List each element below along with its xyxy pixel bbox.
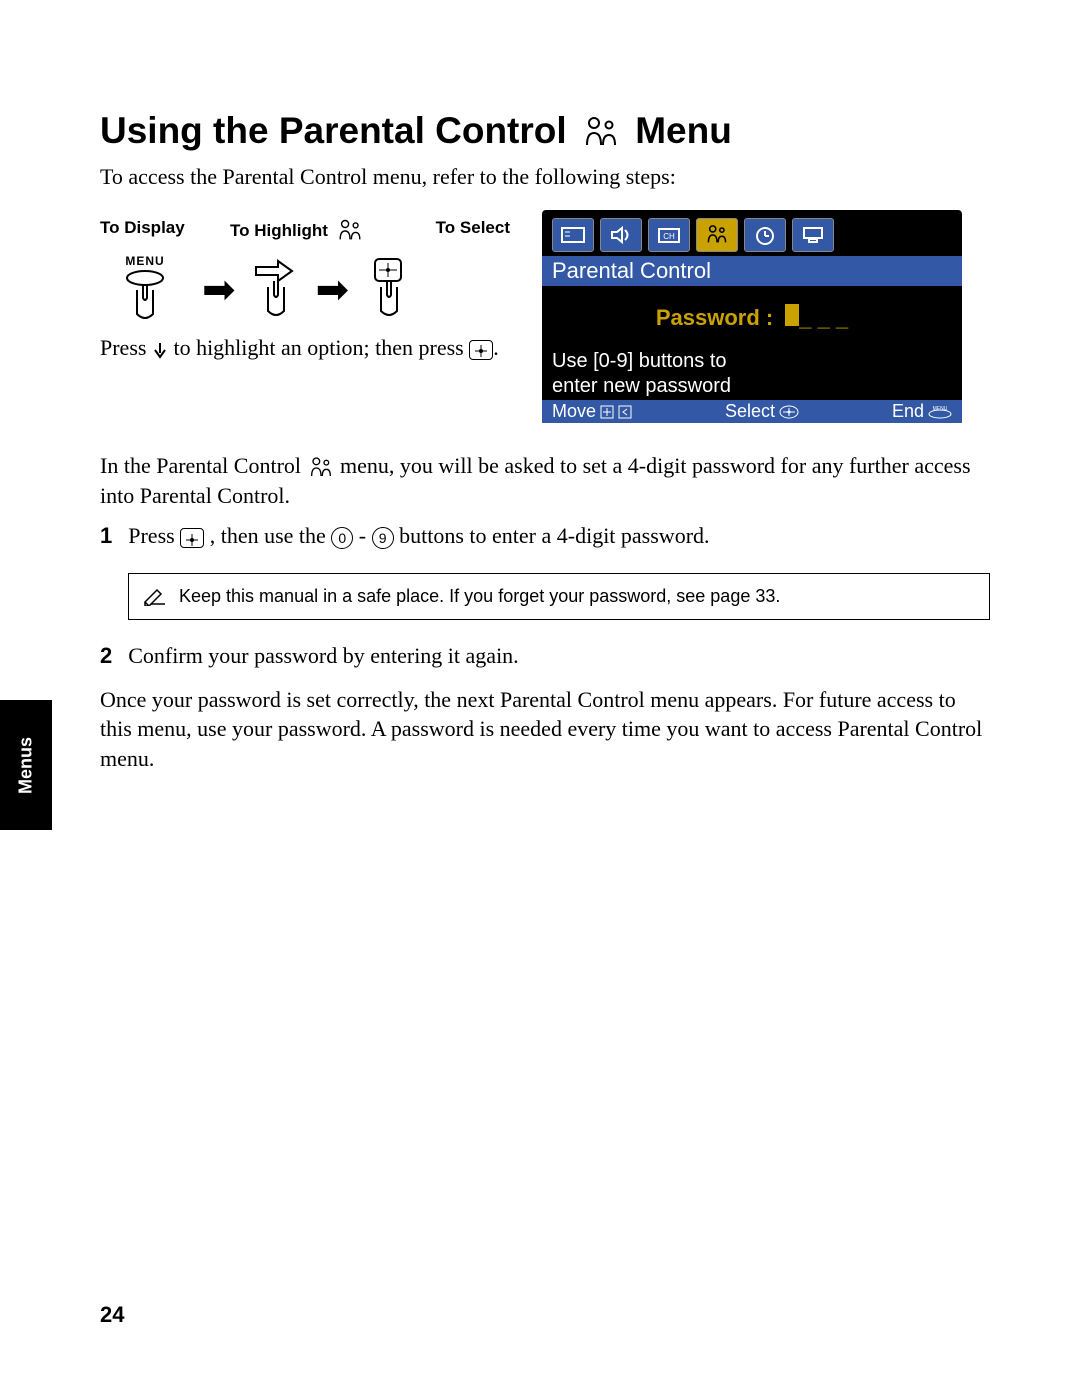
svg-text:MENU: MENU: [933, 406, 948, 412]
header-display: To Display: [100, 218, 230, 244]
tv-underscores: _ _ _: [799, 306, 848, 331]
tv-password-label: Password :: [656, 305, 773, 331]
menu-press-icon: [117, 268, 173, 320]
tv-foot-end: End MENU: [892, 401, 952, 422]
tv-icon-audio: [600, 218, 642, 252]
header-select: To Select: [400, 218, 510, 244]
tv-icon-channel: CH: [648, 218, 690, 252]
tv-message-1: Use [0-9] buttons to: [542, 350, 962, 375]
instruction-headers: To Display To Highlight To Select: [100, 210, 510, 244]
select-key-icon: [779, 405, 799, 419]
tv-icon-timer: [744, 218, 786, 252]
step-2-text: Confirm your password by entering it aga…: [128, 642, 518, 671]
parental-control-icon: [581, 115, 621, 151]
tv-menu-screenshot: CH Parental Control Password :: [542, 210, 962, 423]
tv-icon-setup: [792, 218, 834, 252]
arrow-key-icon: [618, 405, 632, 419]
svg-text:CH: CH: [663, 232, 675, 241]
step-1: 1 Press , then use the 0 - 9 buttons to …: [100, 522, 990, 551]
parental-control-icon: [336, 218, 364, 244]
body-paragraph-1: In the Parental Control menu, you will b…: [100, 451, 990, 510]
instruction-icons: MENU ➡ ➡: [100, 254, 510, 325]
tv-menu-title: Parental Control: [542, 256, 962, 286]
enter-key-icon: [180, 528, 204, 548]
press-text-c: .: [493, 335, 499, 360]
title-part-1: Using the Parental Control: [100, 110, 567, 151]
tv-cursor-icon: [785, 304, 799, 326]
enter-key-icon: [469, 340, 493, 360]
arrow-right-icon: ➡: [202, 270, 236, 310]
tv-password-field: Password : _ _ _: [542, 298, 962, 350]
navigate-press-icon: [248, 257, 304, 317]
nine-key-icon: 9: [372, 527, 394, 549]
note-text: Keep this manual in a safe place. If you…: [179, 586, 780, 607]
step-number: 1: [100, 522, 112, 551]
arrow-right-icon: ➡: [316, 270, 350, 310]
zero-key-icon: 0: [331, 527, 353, 549]
step-number: 2: [100, 642, 112, 671]
select-press-icon: [361, 257, 417, 317]
press-instruction: Press to highlight an option; then press…: [100, 335, 510, 361]
tv-foot-select: Select: [725, 401, 799, 422]
tv-icon-bar: CH: [542, 210, 962, 256]
tv-message-2: enter new password: [542, 375, 962, 400]
tv-icon-parental: [696, 218, 738, 252]
parental-control-icon: [307, 456, 335, 480]
menu-key-icon: MENU: [928, 405, 952, 419]
tv-footer: Move Select End MENU: [542, 400, 962, 423]
pencil-note-icon: [143, 586, 167, 606]
note-box: Keep this manual in a safe place. If you…: [128, 573, 990, 620]
header-highlight: To Highlight: [230, 221, 328, 241]
page-number: 24: [100, 1302, 124, 1328]
intro-text: To access the Parental Control menu, ref…: [100, 164, 990, 190]
section-tab: Menus: [0, 700, 52, 830]
joystick-icon: [600, 405, 614, 419]
press-text-b: to highlight an option; then press: [173, 335, 469, 360]
down-arrow-icon: [152, 341, 168, 359]
title-part-2: Menu: [635, 110, 732, 151]
body-paragraph-2: Once your password is set correctly, the…: [100, 685, 990, 774]
tv-icon-video: [552, 218, 594, 252]
menu-button-label: MENU: [100, 254, 190, 268]
step-2: 2 Confirm your password by entering it a…: [100, 642, 990, 671]
press-text-a: Press: [100, 335, 152, 360]
tv-foot-move: Move: [552, 401, 632, 422]
page-title: Using the Parental Control Menu: [100, 110, 990, 152]
